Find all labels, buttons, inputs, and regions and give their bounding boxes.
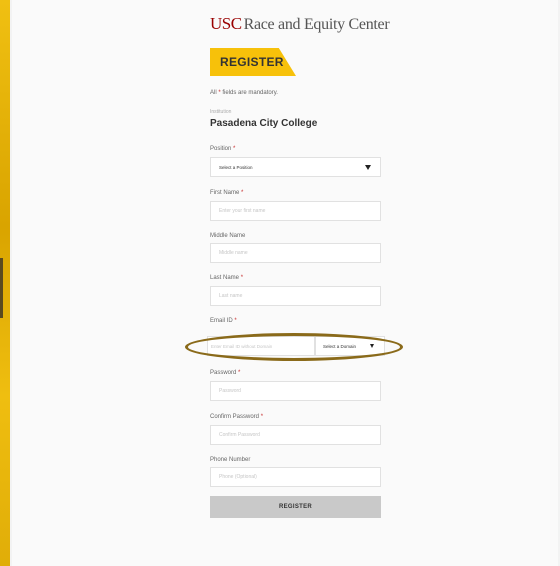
site-logo[interactable]: USC Race and Equity Center: [210, 14, 390, 38]
phone-label: Phone Number: [210, 457, 251, 463]
password-label: Password *: [210, 370, 241, 376]
register-button[interactable]: REGISTER: [210, 496, 381, 518]
logo-center-name: Race and Equity Center: [243, 16, 390, 33]
page-title: REGISTER: [220, 55, 284, 69]
first-name-input[interactable]: Enter your first name: [210, 201, 381, 221]
phone-placeholder: Phone (Optional): [219, 474, 257, 480]
logo-usc: USC: [210, 14, 242, 33]
last-name-label: Last Name *: [210, 275, 244, 281]
middle-name-label: Middle Name: [210, 233, 246, 239]
password-input[interactable]: Password: [210, 381, 381, 401]
position-select-value: Select a Position: [219, 165, 253, 170]
last-name-input[interactable]: Last name: [210, 286, 381, 306]
confirm-password-label: Confirm Password *: [210, 414, 264, 420]
institution-label: Institution: [210, 109, 232, 115]
email-label: Email ID *: [210, 318, 237, 324]
middle-name-placeholder: Middle name: [219, 250, 248, 256]
first-name-placeholder: Enter your first name: [219, 208, 266, 214]
mandatory-notice: All * fields are mandatory.: [210, 90, 278, 96]
password-placeholder: Password: [219, 388, 241, 394]
first-name-label: First Name *: [210, 190, 244, 196]
confirm-password-placeholder: Confirm Password: [219, 432, 260, 438]
last-name-placeholder: Last name: [219, 293, 243, 299]
left-edge-shadow: [0, 258, 3, 318]
institution-value: Pasadena City College: [210, 118, 318, 129]
caret-down-icon: [365, 165, 371, 170]
confirm-password-input[interactable]: Confirm Password: [210, 425, 381, 445]
phone-input[interactable]: Phone (Optional): [210, 467, 381, 487]
highlight-annotation: [185, 333, 403, 361]
position-select[interactable]: Select a Position: [210, 157, 381, 177]
position-label: Position *: [210, 146, 236, 152]
middle-name-input[interactable]: Middle name: [210, 243, 381, 263]
